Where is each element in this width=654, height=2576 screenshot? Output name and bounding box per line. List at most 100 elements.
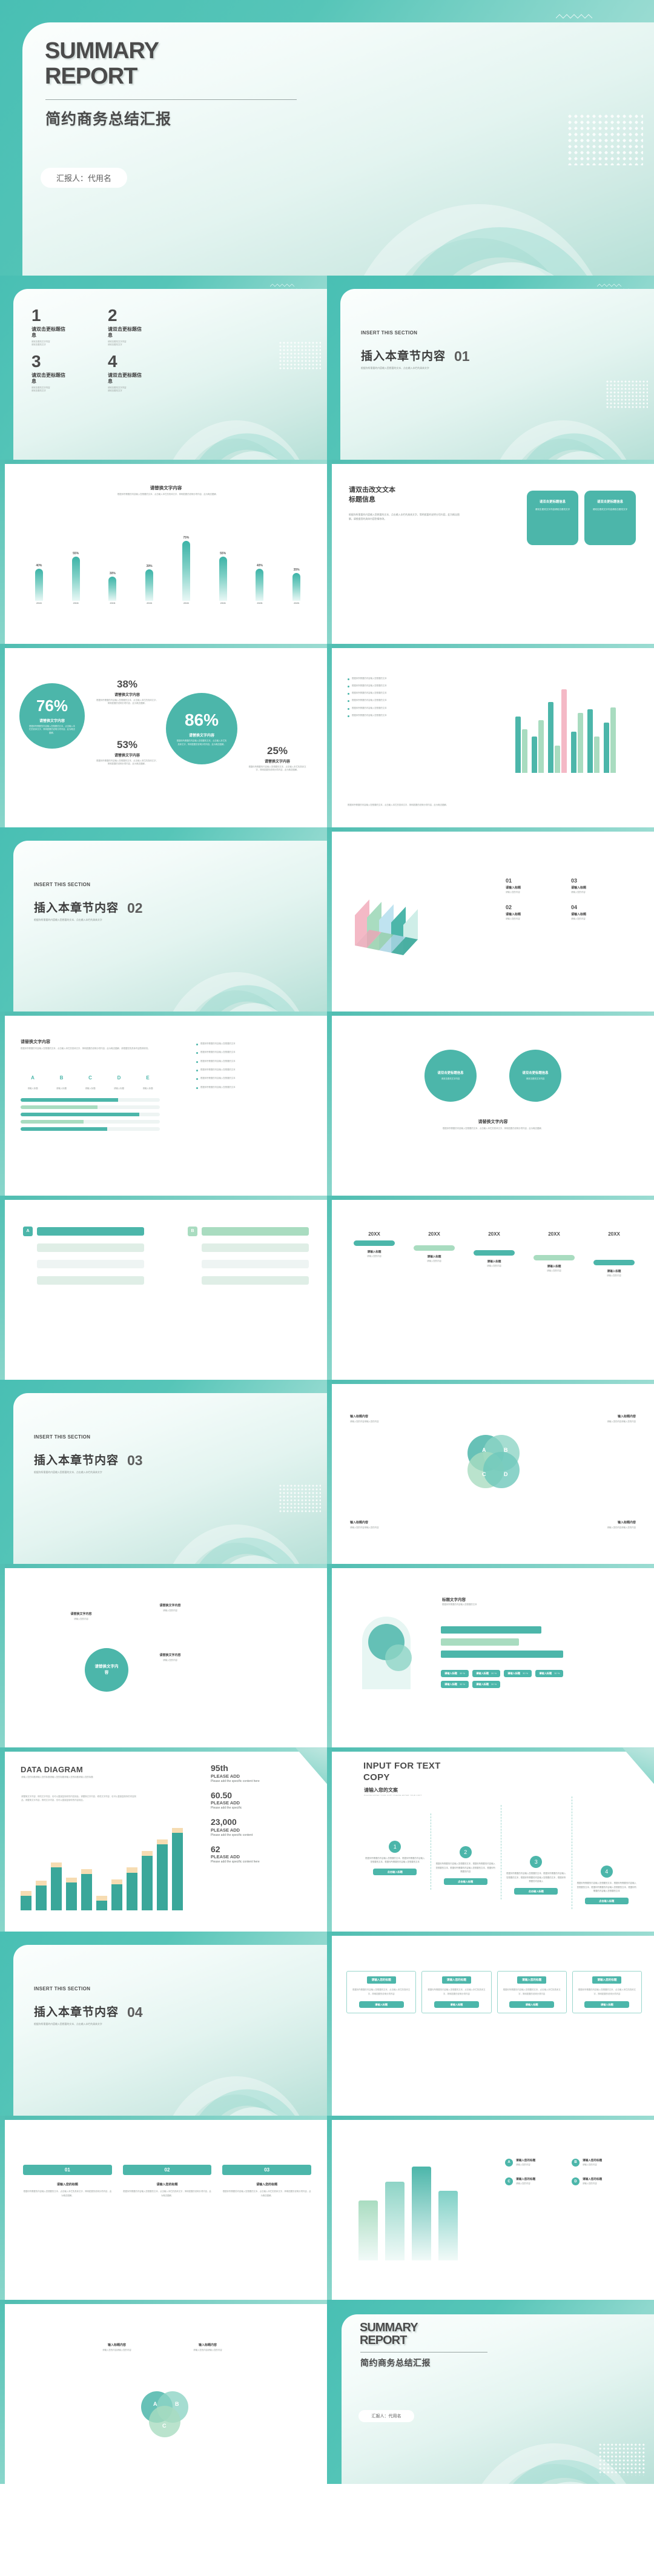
ab-row[interactable]: A [23,1226,144,1236]
grouped-bar[interactable] [571,732,576,773]
pill-bar[interactable] [219,557,227,601]
timeline-item[interactable]: 20XX 请输入标题 请输入您的内容 [587,1231,641,1277]
cover-presenter-badge[interactable]: 汇报人：代用名 [41,168,127,188]
venn-card[interactable]: 输入标题内容 请输入您的内容请输入您的内容 [350,1414,417,1423]
abcde-bar-track[interactable] [21,1105,160,1110]
ab-bar[interactable] [202,1276,309,1285]
dd-bar-item[interactable] [66,1819,77,1911]
timeline-item[interactable]: 20XX 请输入标题 请输入您的内容 [467,1231,521,1277]
back-presenter-badge[interactable]: 汇报人：代用名 [358,2409,414,2422]
abcde-bar-track[interactable] [21,1113,160,1117]
ic-column[interactable]: 3 根据你所需要的内容输入您想要的文本，根据你所需要的内容输入您想要的文本，根据你… [501,1789,572,1913]
ab-row[interactable] [23,1276,144,1285]
pill-bar[interactable] [108,577,117,601]
tall-bar[interactable] [438,2190,458,2260]
agenda-item[interactable]: 1 请双击更标题信息 请双击更改文字内容 请双击更改文字 [31,307,94,347]
fc-card-button[interactable]: 请输入标题 [358,2001,404,2008]
tn-card[interactable]: 03 请输入您的标题 根据你所需要的内容输入您想要的文本、点击输入本栏的具体文字，简… [222,2164,312,2197]
pill-bar[interactable] [182,540,190,601]
venn-card[interactable]: 输入标题内容 请输入您的内容请输入您的内容 [350,1520,417,1529]
agenda-item[interactable]: 2 请双击更标题信息 请双击更改文字内容 请双击更改文字 [108,307,171,347]
fc-card[interactable]: 请输入您的标题 根据你所需要的内容输入您想要的文本、点击输入本栏的具体文字，简明扼… [421,1971,492,2014]
progress-chip[interactable]: 请输入标题 30 % [441,1669,469,1677]
ic-button[interactable]: 点击输入标题 [443,1878,487,1886]
grouped-bar[interactable] [555,745,560,773]
ab-bar[interactable] [37,1276,144,1285]
ab-row[interactable] [23,1243,144,1253]
grouped-bar[interactable] [548,701,553,773]
ab-bar[interactable] [37,1259,144,1268]
dd-bar-item[interactable] [36,1819,47,1911]
grouped-bar[interactable] [538,720,544,773]
abcde-bar-track[interactable] [21,1098,160,1102]
dd-bar-item[interactable] [21,1819,31,1911]
dd-bar-item[interactable] [96,1819,107,1911]
center-circle[interactable]: 请替换文字内容 [85,1647,128,1692]
ic-column[interactable]: 4 根据你所需要的内容输入您想要的文本，根据你所需要的内容输入您想要的文本，根据你… [571,1789,642,1922]
ct-card[interactable]: 请替换文字内容 请输入您的内容 [137,1653,203,1662]
grouped-bar[interactable] [561,689,567,773]
progress-chip[interactable]: 请输入标题 30 % [504,1669,532,1677]
progress-chip[interactable]: 请输入标题 30 % [535,1669,564,1677]
dd-bar-item[interactable] [172,1819,183,1911]
progress-row[interactable] [441,1626,580,1634]
agenda-item[interactable]: 3 请双击更标题信息 请双击更改文字内容 请双击更改文字 [31,353,94,393]
agenda-item[interactable]: 4 请双击更标题信息 请双击更改文字内容 请双击更改文字 [108,353,171,393]
progress-chip[interactable]: 请输入标题 30 % [441,1680,469,1688]
dd-bar-item[interactable] [111,1819,122,1911]
grouped-bar[interactable] [532,736,537,773]
tall-bar[interactable] [412,2167,431,2260]
dd-bar-item[interactable] [142,1819,153,1911]
timeline-item[interactable]: 20XX 请输入标题 请输入您的内容 [527,1231,581,1277]
dd-bar-item[interactable] [51,1819,62,1911]
pill-bar[interactable] [145,569,154,601]
ab-row[interactable] [188,1259,309,1269]
progress-chip[interactable]: 请输入标题 30 % [472,1669,501,1677]
grouped-bar[interactable] [610,707,616,773]
progress-chip[interactable]: 请输入标题 30 % [472,1680,501,1688]
abcd-item[interactable]: D 请输入您的标题 请输入您的内容 [572,2177,632,2186]
book-item[interactable]: 03 请输入标题 请输入您的内容 [571,878,628,894]
tall-bar[interactable] [385,2182,405,2260]
dd-bar-item[interactable] [157,1819,168,1911]
fc-card[interactable]: 请输入您的标题 根据你所需要的内容输入您想要的文本、点击输入本栏的具体文字，简明扼… [572,1971,642,2014]
ab-row[interactable] [188,1243,309,1253]
ab-bar[interactable] [202,1259,309,1268]
pill-bar[interactable] [71,557,80,601]
ic-button[interactable]: 点击输入标题 [584,1898,629,1905]
fc-card[interactable]: 请输入您的标题 根据你所需要的内容输入您想要的文本、点击输入本栏的具体文字，简明扼… [346,1971,417,2014]
grouped-bar[interactable] [522,729,527,773]
book-item[interactable]: 04 请输入标题 请输入您的内容 [571,904,628,921]
abcf-card[interactable]: 输入标题内容 请输入您的内容请输入您的内容 [168,2343,247,2352]
abcf-card[interactable]: 输入标题内容 请输入您的内容请输入您的内容 [78,2343,156,2352]
ct-card[interactable]: 请替换文字内容 请输入您的内容 [137,1603,203,1612]
pill-bar[interactable] [35,569,43,601]
pill-bar[interactable] [292,572,301,601]
grouped-bar[interactable] [604,723,609,773]
fc-card-button[interactable]: 请输入标题 [434,2001,479,2008]
venn-card[interactable]: 输入标题内容 请输入您的内容请输入您的内容 [569,1414,636,1423]
venn-card[interactable]: 输入标题内容 请输入您的内容请输入您的内容 [569,1520,636,1529]
dd-bar-item[interactable] [127,1819,137,1911]
fc-card-button[interactable]: 请输入标题 [584,2001,630,2008]
fc-card[interactable]: 请输入您的标题 根据你所需要的内容输入您想要的文本、点击输入本栏的具体文字，简明扼… [497,1971,567,2014]
ab-bar[interactable] [202,1243,309,1252]
ic-button[interactable]: 点击输入标题 [514,1888,558,1895]
abcde-bar-track[interactable] [21,1120,160,1124]
percent-circle-76[interactable]: 76% 请替换文字内容 根据你所需要的内容输入您想要的文本，点击输入本栏的具体文… [19,683,85,749]
dc-card[interactable]: 请双击更标题信息 请双击更改文字内容请双击更改文字 [584,490,636,545]
ab-row[interactable]: B [188,1226,309,1236]
abcd-item[interactable]: B 请输入您的标题 请输入您的内容 [572,2158,632,2167]
ic-column[interactable]: 2 根据你所需要的内容输入您想要的文本，根据你所需要的内容输入您想要的文本，根据你… [430,1789,501,1903]
abcd-item[interactable]: C 请输入您的标题 请输入您的内容 [505,2177,566,2186]
grouped-bar[interactable] [578,712,583,773]
tn-card[interactable]: 01 请输入您的标题 根据你所需要的内容输入您想要的文本、点击输入本栏的具体文字，简… [23,2164,112,2197]
ic-column[interactable]: 1 根据你所需要的内容输入您想要的文本，根据你所需要的内容输入您想要的文本，根据你… [360,1789,431,1893]
ic-button[interactable]: 点击输入标题 [373,1869,417,1876]
tn-card[interactable]: 02 请输入您的标题 根据你所需要的内容输入您想要的文本、点击输入本栏的具体文字，简… [122,2164,212,2197]
book-item[interactable]: 01 请输入标题 请输入您的内容 [506,878,563,894]
fc-card-button[interactable]: 请输入标题 [509,2001,555,2008]
grouped-bar[interactable] [587,709,593,773]
ab-bar[interactable] [37,1227,144,1236]
ab-row[interactable] [23,1259,144,1269]
